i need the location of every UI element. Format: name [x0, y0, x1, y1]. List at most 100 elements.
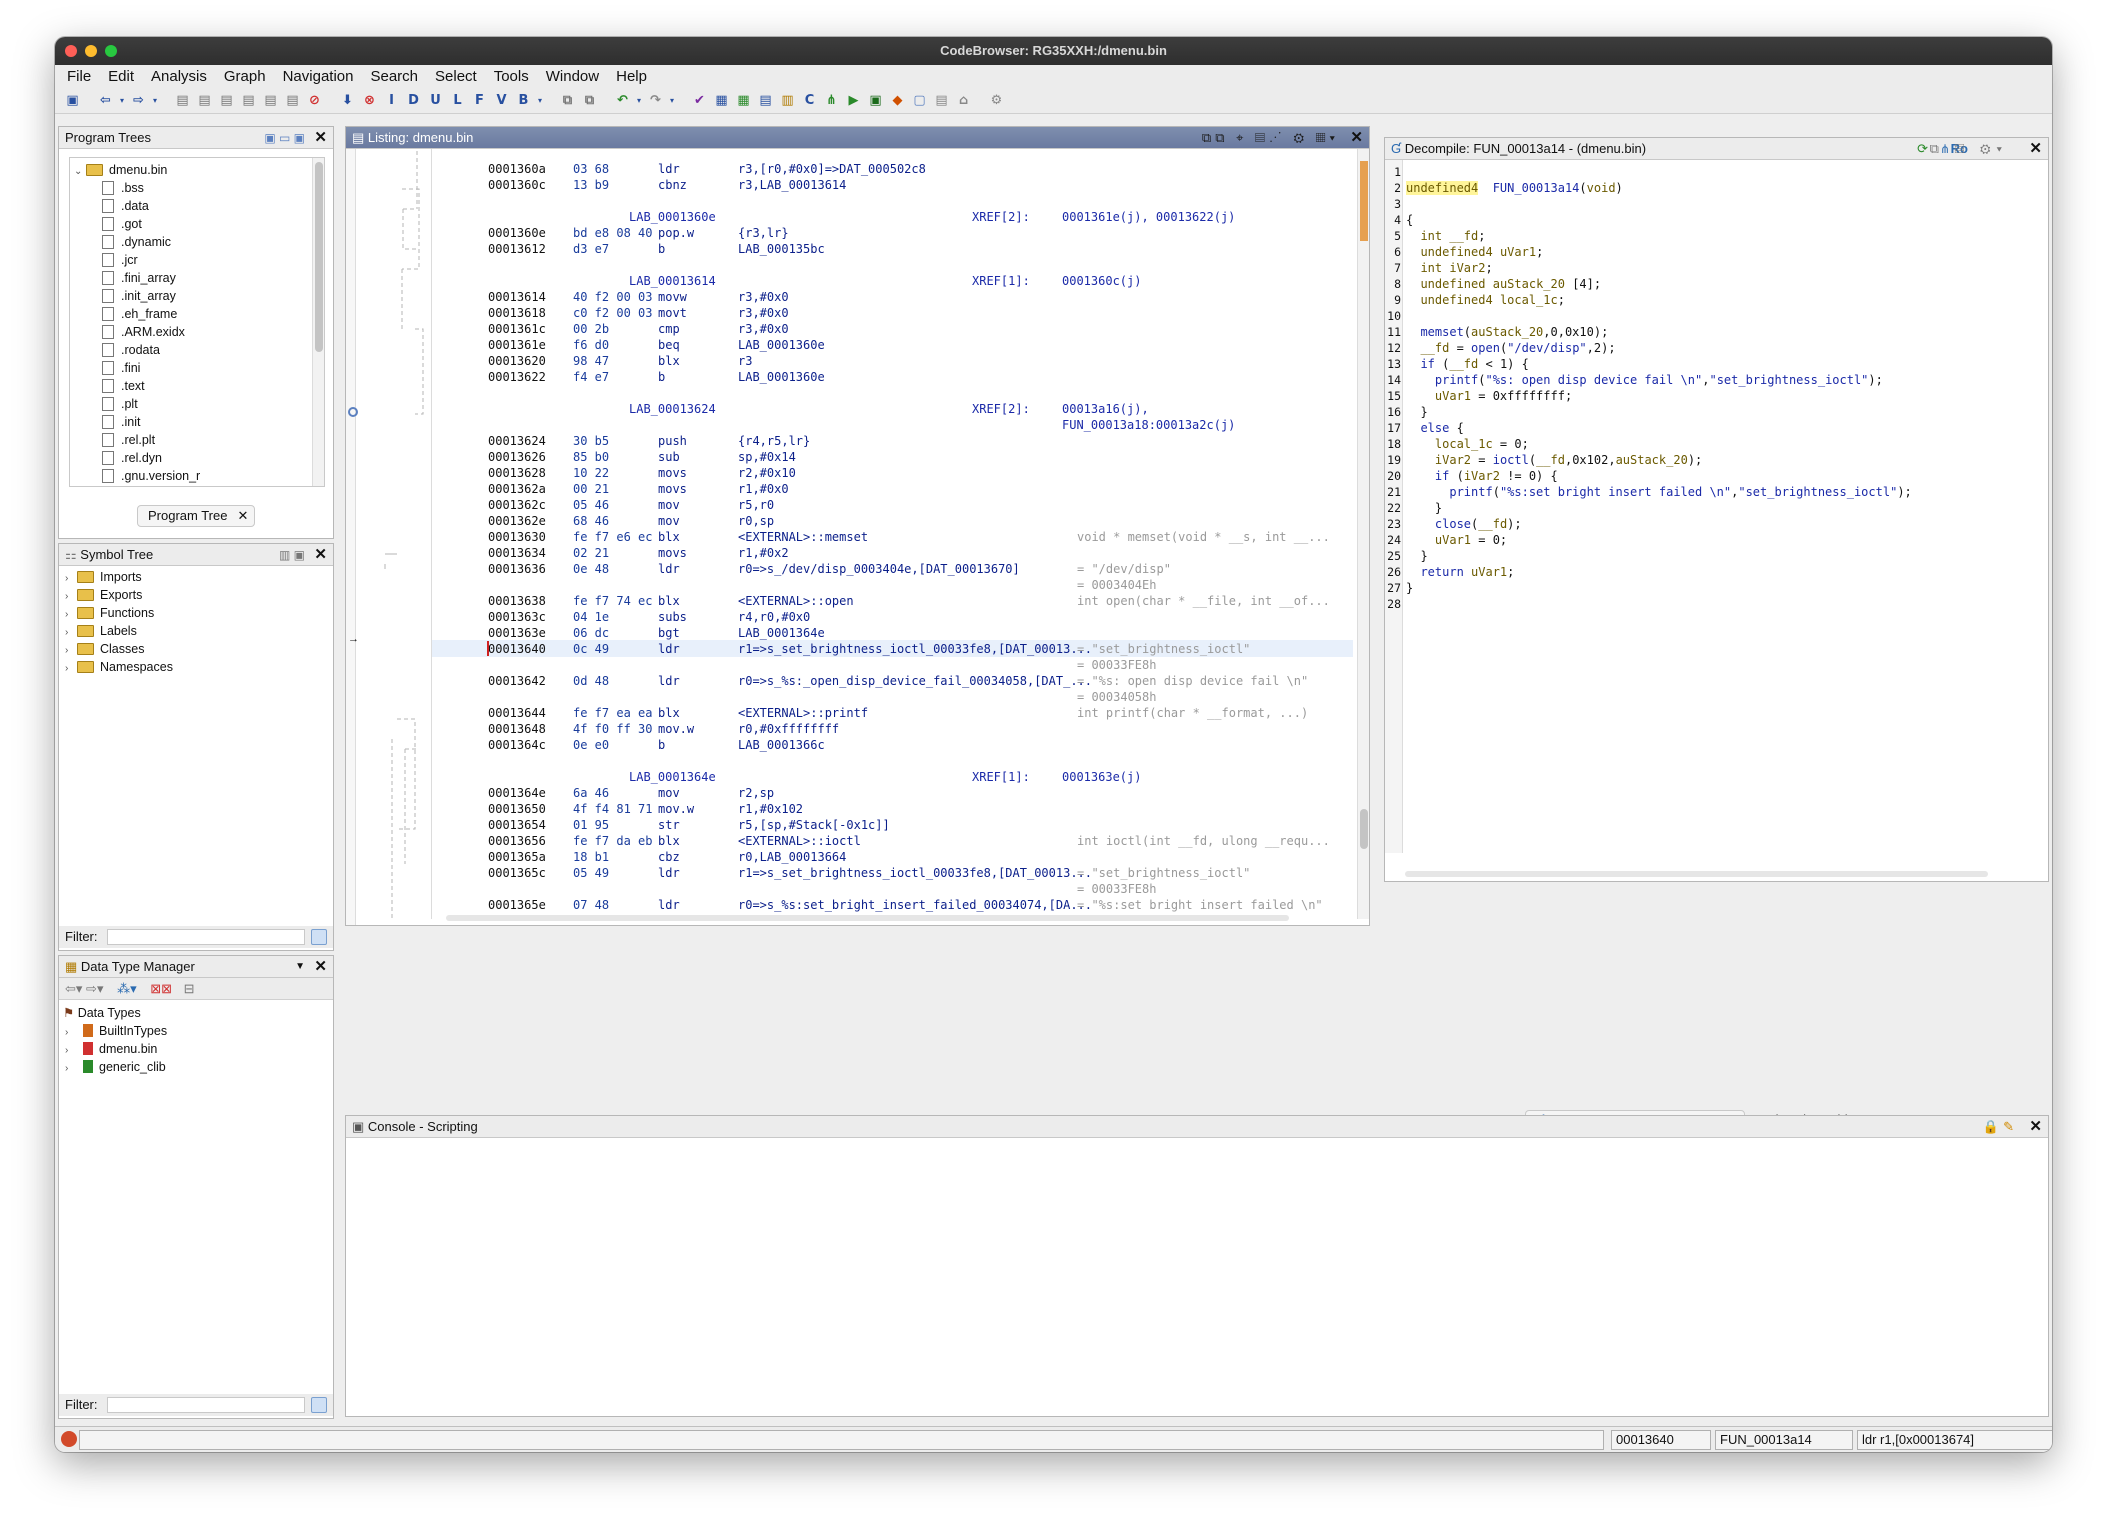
xref-list[interactable]: FUN_00013a18:00013a2c(j)	[1062, 417, 1235, 433]
bytes-icon[interactable]: ▦	[712, 91, 731, 110]
program-tree-scrollbar[interactable]	[312, 158, 324, 486]
decompile-line[interactable]: {	[1406, 212, 1413, 228]
dtm-collapse-icon[interactable]: ⊟	[184, 981, 195, 996]
filter-options-icon[interactable]	[311, 929, 327, 945]
instruction-operands[interactable]: r1,#0x102	[738, 801, 803, 817]
listing-actions-icon[interactable]: ⧉⧉ ⌖ ▤⋰ ⚙ ▦▾	[1202, 127, 1339, 149]
close-symbol-tree-icon[interactable]: ✕	[314, 544, 327, 566]
instruction-operands[interactable]: r3,#0x0	[738, 321, 789, 337]
instruction-operands[interactable]: LAB_000135bc	[738, 241, 825, 257]
decompile-code-view[interactable]: 1 2 undefined4 FUN_00013a14(void) 3 4{5 int …	[1385, 164, 2036, 854]
close-decompile-icon[interactable]: ✕	[2029, 138, 2042, 160]
program-tree-item[interactable]: .init_array	[74, 287, 200, 305]
decompile-line[interactable]: memset(auStack_20,0,0x10);	[1406, 324, 1608, 340]
register-icon[interactable]: ▥	[778, 91, 797, 110]
create-data-icon[interactable]: D	[404, 91, 423, 110]
instruction-operands[interactable]: LAB_0001364e	[738, 625, 825, 641]
program-tree-item[interactable]: .eh_frame	[74, 305, 200, 323]
dtm-filter-input[interactable]	[107, 1397, 305, 1413]
next-undefined-icon[interactable]: ▤	[217, 91, 236, 110]
instruction-operands[interactable]: r0,sp	[738, 513, 774, 529]
data-type-archive[interactable]: › dmenu.bin	[63, 1040, 167, 1058]
decompile-line[interactable]: }	[1406, 404, 1427, 420]
code-label[interactable]: LAB_00013624	[629, 401, 716, 417]
instruction-operands[interactable]: sp,#0x14	[738, 449, 796, 465]
decompile-line[interactable]: int __fd;	[1406, 228, 1485, 244]
menu-edit[interactable]: Edit	[106, 65, 143, 87]
xref-list[interactable]: 0001363e(j)	[1062, 769, 1141, 785]
dtm-forward-icon[interactable]: ⇨▾	[86, 981, 103, 996]
program-tree-item[interactable]: .text	[74, 377, 200, 395]
instruction-operands[interactable]: r5,[sp,#Stack[-0x1c]]	[738, 817, 890, 833]
tab-program-tree[interactable]: Program Tree ✕	[137, 505, 255, 527]
dtm-back-icon[interactable]: ⇦▾	[65, 981, 82, 996]
xref-list[interactable]: 00013a16(j),	[1062, 401, 1149, 417]
instruction-operands[interactable]: r3,LAB_00013614	[738, 177, 846, 193]
symbol-tree-item-functions[interactable]: › Functions	[65, 604, 173, 622]
disassemble-icon[interactable]: ⬇	[338, 91, 357, 110]
menu-navigation[interactable]: Navigation	[281, 65, 363, 87]
copy-icon[interactable]: ⧉	[558, 91, 577, 110]
program-tree-item[interactable]: .jcr	[74, 251, 200, 269]
decompile-line[interactable]: }	[1406, 580, 1413, 596]
zoom-window-button[interactable]	[105, 45, 117, 57]
forward-icon[interactable]: ⇨	[129, 91, 148, 110]
symbol-tree-item-classes[interactable]: › Classes	[65, 640, 173, 658]
program-tree-item[interactable]: .gnu.version_r	[74, 467, 200, 485]
back-dropdown-icon[interactable]: ▾	[118, 91, 126, 110]
program-tree-actions-icon[interactable]: ▣ ▭ ▣	[264, 127, 305, 149]
instruction-operands[interactable]: <EXTERNAL>::memset	[738, 529, 868, 545]
instruction-operands[interactable]: LAB_0001366c	[738, 737, 825, 753]
instruction-operands[interactable]: r3	[738, 353, 752, 369]
memory-map-icon[interactable]: ▤	[756, 91, 775, 110]
data-types-root[interactable]: ⚑ Data Types	[63, 1004, 167, 1022]
program-tree-item[interactable]: .dynamic	[74, 233, 200, 251]
program-tree-item[interactable]: .rel.dyn	[74, 449, 200, 467]
close-window-button[interactable]	[65, 45, 77, 57]
expand-arrow-icon[interactable]: ›	[65, 1060, 77, 1078]
undo-dropdown-icon[interactable]: ▾	[635, 91, 643, 110]
refresh-icon[interactable]: ⟳	[1917, 138, 1928, 160]
dtm-filter-icon[interactable]: ⊠⊠	[150, 981, 172, 996]
instruction-operands[interactable]: r1,#0x0	[738, 481, 789, 497]
instruction-operands[interactable]: r3,[r0,#0x0]=>DAT_000502c8	[738, 161, 926, 177]
instruction-operands[interactable]: r1,#0x2	[738, 545, 789, 561]
menu-window[interactable]: Window	[544, 65, 608, 87]
decompile-line[interactable]: }	[1406, 548, 1427, 564]
xref-list[interactable]: 0001360c(j)	[1062, 273, 1141, 289]
next-function-icon[interactable]: ▤	[261, 91, 280, 110]
listing-code-view[interactable]: 0001360a 03 68 ldr r3,[r0,#0x0]=>DAT_000502…	[431, 149, 1353, 919]
symbol-tree-item-labels[interactable]: › Labels	[65, 622, 173, 640]
decompile-line[interactable]: if (__fd < 1) {	[1406, 356, 1528, 372]
decompile-line[interactable]: if (iVar2 != 0) {	[1406, 468, 1558, 484]
decompile-line[interactable]: __fd = open("/dev/disp",2);	[1406, 340, 1615, 356]
decompile-line[interactable]: else {	[1406, 420, 1463, 436]
forward-dropdown-icon[interactable]: ▾	[151, 91, 159, 110]
instruction-operands[interactable]: r2,#0x10	[738, 465, 796, 481]
program-tree-item[interactable]: .rel.plt	[74, 431, 200, 449]
run-script-icon[interactable]: ▶	[844, 91, 863, 110]
instruction-operands[interactable]: <EXTERNAL>::open	[738, 593, 854, 609]
debugger-icon[interactable]: ⚙	[987, 91, 1006, 110]
instruction-operands[interactable]: r0=>s_%s:set_bright_insert_failed_000340…	[738, 897, 1092, 913]
decompile-line[interactable]: uVar1 = 0;	[1406, 532, 1507, 548]
program-tree-item[interactable]: .fini_array	[74, 269, 200, 287]
close-tab-icon[interactable]: ✕	[237, 508, 248, 523]
program-tree-item[interactable]: .init	[74, 413, 200, 431]
redo-dropdown-icon[interactable]: ▾	[668, 91, 676, 110]
close-program-trees-icon[interactable]: ✕	[314, 127, 327, 149]
instruction-operands[interactable]: r2,sp	[738, 785, 774, 801]
program-tree-item[interactable]: .data	[74, 197, 200, 215]
menu-select[interactable]: Select	[433, 65, 486, 87]
program-tree-item[interactable]: .plt	[74, 395, 200, 413]
symbol-table-icon[interactable]: ▦	[734, 91, 753, 110]
data-dropdown-icon[interactable]: ▾	[536, 91, 544, 110]
next-label-icon[interactable]: ▤	[239, 91, 258, 110]
decompile-line[interactable]: return uVar1;	[1406, 564, 1514, 580]
undo-icon[interactable]: ↶	[613, 91, 632, 110]
close-listing-icon[interactable]: ✕	[1350, 127, 1363, 149]
listing-scrollbar[interactable]	[1357, 149, 1369, 919]
decompile-line[interactable]: local_1c = 0;	[1406, 436, 1529, 452]
instruction-operands[interactable]: {r3,lr}	[738, 225, 789, 241]
instruction-operands[interactable]: r5,r0	[738, 497, 774, 513]
